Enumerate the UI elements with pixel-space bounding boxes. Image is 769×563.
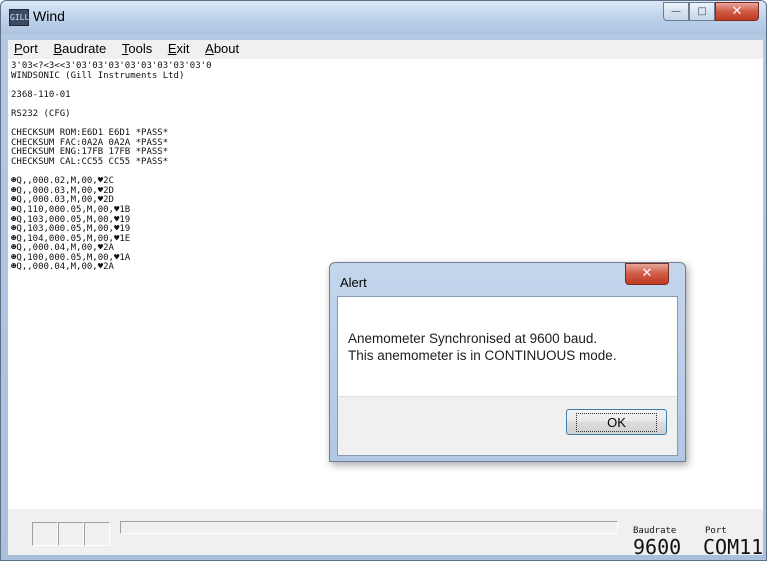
menu-baudrate[interactable]: Baudrate [47, 40, 112, 56]
ok-button[interactable]: OK [566, 409, 667, 435]
title-bar[interactable]: GILL Wind — □ ✕ [1, 1, 766, 34]
console-line: WINDSONIC (Gill Instruments Ltd) [11, 70, 185, 81]
alert-title: Alert [340, 275, 367, 290]
minimize-button[interactable]: — [663, 2, 689, 21]
menu-exit[interactable]: Exit [162, 40, 196, 56]
progress-bar [120, 521, 618, 534]
console-line: ☻Q,104,000.05,M,00,♥1E [11, 233, 131, 244]
baudrate-value: 9600 [633, 535, 682, 559]
alert-message-line: Anemometer Synchronised at 9600 baud. [348, 331, 598, 346]
menu-port[interactable]: Port [8, 40, 44, 56]
alert-message-line: This anemometer is in CONTINUOUS mode. [348, 348, 617, 363]
caption-buttons: — □ ✕ [663, 2, 759, 22]
console-line: CHECKSUM CAL:CC55 CC55 *PASS* [11, 156, 169, 167]
status-bar: Baudrate 9600 Port COM11 [8, 509, 763, 559]
console-line: ☻Q,,000.03,M,00,♥2D [11, 185, 114, 196]
port-value: COM11 [703, 535, 764, 559]
menu-tools[interactable]: Tools [116, 40, 158, 56]
alert-footer: OK [338, 396, 677, 455]
alert-dialog: Alert ✕ Anemometer Synchronised at 9600 … [329, 262, 686, 462]
alert-message: Anemometer Synchronised at 9600 baud. Th… [348, 330, 668, 364]
console-line: ☻Q,,000.02,M,00,♥2C [11, 176, 114, 187]
menu-about[interactable]: About [199, 40, 245, 56]
maximize-button[interactable]: □ [689, 2, 715, 21]
close-button[interactable]: ✕ [715, 2, 759, 21]
status-cell [58, 522, 84, 546]
console-line: RS232 (CFG) [11, 108, 71, 119]
alert-body: Anemometer Synchronised at 9600 baud. Th… [337, 296, 678, 456]
menu-bar: Port Baudrate Tools Exit About [8, 40, 763, 60]
status-cell [84, 522, 110, 546]
status-cell [32, 522, 58, 546]
app-icon: GILL [9, 9, 29, 26]
window-title: Wind [33, 8, 65, 24]
console-line: 2368-110-01 [11, 89, 71, 100]
alert-close-button[interactable]: ✕ [625, 263, 669, 285]
ok-button-label: OK [576, 412, 657, 432]
